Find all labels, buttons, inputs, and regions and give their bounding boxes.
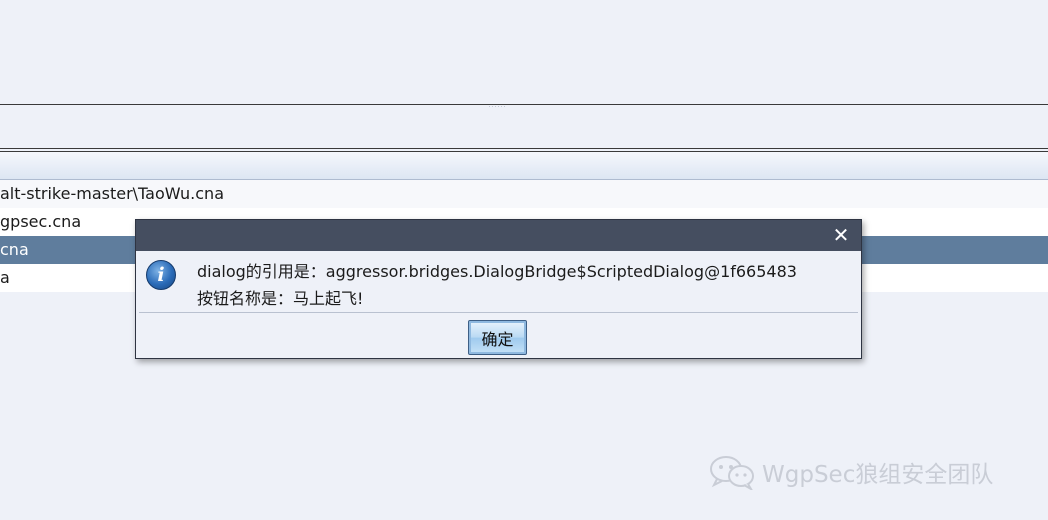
table-row[interactable]: alt-strike-master\TaoWu.cna [0,180,1048,208]
info-icon: i [146,260,176,290]
table-header[interactable] [0,152,1048,180]
ok-button[interactable]: 确定 [468,320,527,355]
watermark-text: WgpSec狼组安全团队 [762,462,994,488]
message-dialog: ✕ i dialog的引用是：aggressor.bridges.DialogB… [135,219,862,359]
close-icon[interactable]: ✕ [831,225,851,245]
dialog-titlebar[interactable]: ✕ [136,220,861,251]
wechat-icon [710,456,754,490]
message-line-2: 按钮名称是：马上起飞! [197,289,364,308]
dialog-separator [139,312,858,313]
middle-panel [0,107,1048,148]
upper-panel [0,0,1048,104]
message-line-1: dialog的引用是：aggressor.bridges.DialogBridg… [197,262,797,281]
watermark: WgpSec狼组安全团队 [708,452,993,492]
dialog-message: dialog的引用是：aggressor.bridges.DialogBridg… [197,258,797,312]
